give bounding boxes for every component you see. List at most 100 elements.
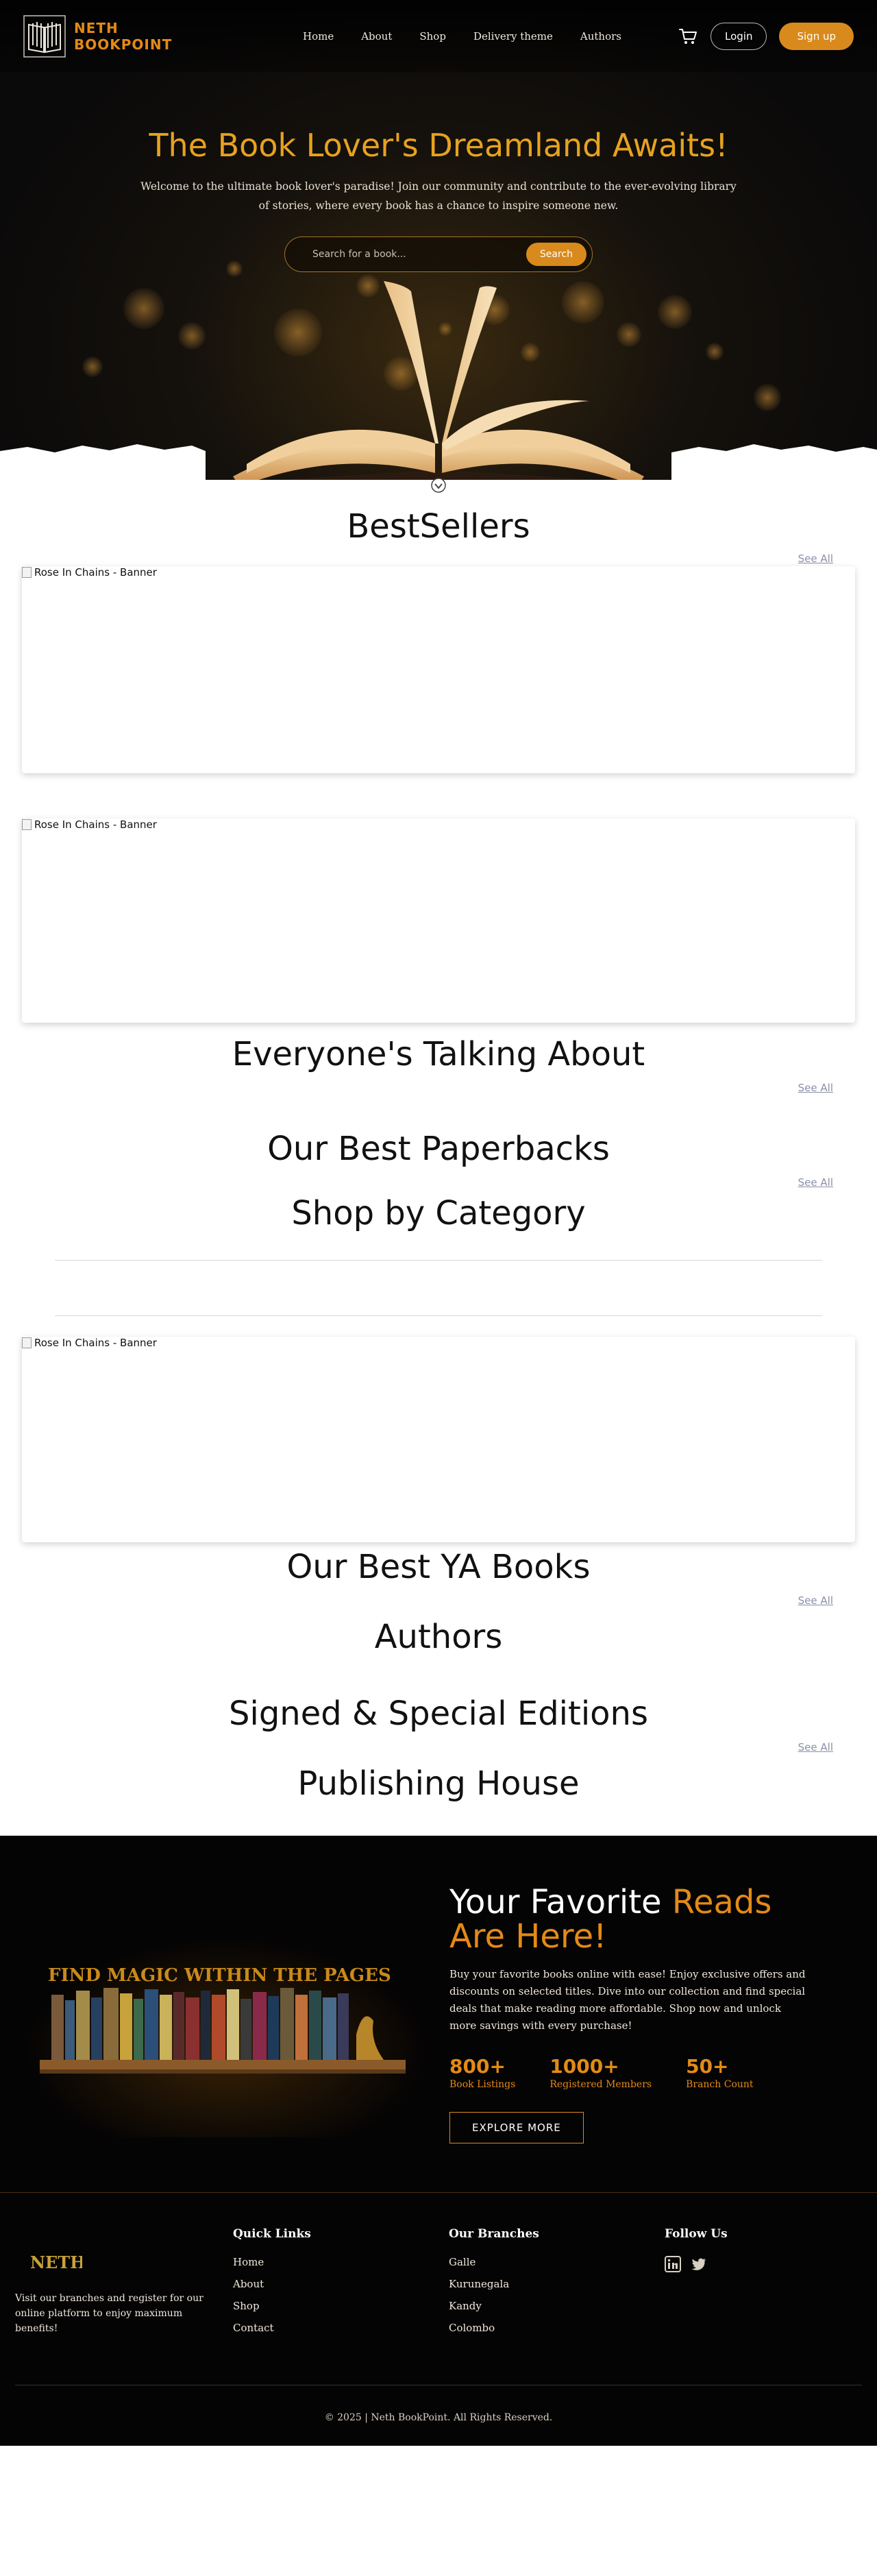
- nav-links: Home About Shop Delivery theme Authors: [303, 30, 621, 42]
- banner-image-placeholder: Rose In Chains - Banner: [22, 566, 157, 579]
- nav-link-shop[interactable]: Shop: [419, 30, 446, 42]
- authors-title: Authors: [374, 1618, 503, 1656]
- talking-title: Everyone's Talking About: [232, 1035, 645, 1073]
- talking-see-all-link[interactable]: See All: [0, 1082, 877, 1094]
- banner-alt-text: Rose In Chains - Banner: [34, 566, 157, 579]
- ya-title: Our Best YA Books: [286, 1548, 591, 1586]
- top-navbar: NETH BOOKPOINT Home About Shop Delivery …: [0, 0, 877, 72]
- nav-link-authors[interactable]: Authors: [580, 30, 621, 42]
- hero-section: NETH BOOKPOINT Home About Shop Delivery …: [0, 0, 877, 494]
- footer-link-about[interactable]: About: [233, 2278, 264, 2290]
- branch-colombo: Colombo: [449, 2322, 495, 2334]
- search-input[interactable]: [312, 249, 526, 260]
- promo-content: Your Favorite Reads Are Here! Buy your f…: [449, 1885, 861, 2143]
- talking-section: Everyone's Talking About See All: [0, 1023, 877, 1094]
- social-links: [665, 2256, 728, 2272]
- stat-registered-members: 1000+ Registered Members: [549, 2055, 652, 2090]
- nav-link-delivery-theme[interactable]: Delivery theme: [473, 30, 553, 42]
- publishing-section: Publishing House: [0, 1753, 877, 1836]
- bestsellers-section: BestSellers See All Rose In Chains - Ban…: [0, 494, 877, 1023]
- torn-paper-edge: [0, 444, 877, 494]
- footer-about: Visit our branches and register for our …: [15, 2293, 203, 2334]
- stat-label: Registered Members: [549, 2078, 652, 2090]
- follow-title: Follow Us: [665, 2227, 728, 2241]
- brand-name-line1: NETH: [74, 19, 119, 36]
- brand-name-line2: BOOKPOINT: [74, 36, 173, 53]
- twitter-icon[interactable]: [691, 2256, 707, 2272]
- ya-see-all-link[interactable]: See All: [0, 1594, 877, 1607]
- promo-banner[interactable]: Rose In Chains - Banner: [22, 566, 855, 773]
- banner-alt-text: Rose In Chains - Banner: [34, 818, 157, 831]
- category-divider-bottom: [55, 1315, 822, 1316]
- login-button[interactable]: Login: [711, 22, 767, 50]
- brand-logo[interactable]: NETH BOOKPOINT: [23, 14, 256, 58]
- branch-galle: Galle: [449, 2256, 476, 2268]
- signed-title: Signed & Special Editions: [229, 1694, 648, 1733]
- bestsellers-title: BestSellers: [347, 507, 530, 546]
- nav-link-about[interactable]: About: [361, 30, 392, 42]
- stat-label: Branch Count: [686, 2078, 754, 2090]
- bookshelf-caption: FIND MAGIC WITHIN THE PAGES: [48, 1965, 391, 1986]
- paperbacks-see-all-link[interactable]: See All: [0, 1176, 877, 1189]
- banner-image-placeholder: Rose In Chains - Banner: [22, 1337, 157, 1349]
- footer-logo[interactable]: NETH: [27, 2248, 86, 2278]
- wooden-shelf: [40, 2060, 406, 2069]
- paperbacks-section: Our Best Paperbacks See All: [0, 1094, 877, 1189]
- open-book-logo-icon: [23, 14, 66, 58]
- promo-body: Buy your favorite books online with ease…: [449, 1967, 806, 2032]
- category-divider-top: [55, 1260, 822, 1261]
- authors-section: Authors: [0, 1607, 877, 1656]
- copyright-text: © 2025 | Neth BookPoint. All Rights Rese…: [324, 2412, 553, 2423]
- footer-quick-links: Quick Links Home About Shop Contact: [233, 2227, 311, 2344]
- ya-section: Our Best YA Books See All: [0, 1542, 877, 1607]
- search-button[interactable]: Search: [526, 243, 586, 266]
- footer-branches: Our Branches Galle Kurunegala Kandy Colo…: [449, 2227, 539, 2344]
- footer-link-shop[interactable]: Shop: [233, 2300, 260, 2312]
- svg-text:NETH: NETH: [30, 2252, 82, 2272]
- signed-see-all-link[interactable]: See All: [0, 1741, 877, 1753]
- cart-icon[interactable]: [678, 26, 698, 47]
- publishing-title: Publishing House: [297, 1764, 580, 1803]
- nav-actions: Login Sign up: [678, 22, 854, 50]
- footer-link-contact[interactable]: Contact: [233, 2322, 274, 2334]
- banner-alt-text: Rose In Chains - Banner: [34, 1337, 157, 1349]
- promo-heading: Your Favorite Reads Are Here!: [449, 1885, 833, 1954]
- signed-section: Signed & Special Editions See All: [0, 1656, 877, 1753]
- stat-value: 50+: [686, 2054, 729, 2078]
- site-footer: NETH Visit our branches and register for…: [0, 2192, 877, 2446]
- quick-links-title: Quick Links: [233, 2227, 311, 2241]
- brand-name: NETH BOOKPOINT: [74, 20, 172, 53]
- promo-section: FIND MAGIC WITHIN THE PAGES Your Favorit…: [0, 1836, 877, 2192]
- hero-subtitle: Welcome to the ultimate book lover's par…: [140, 180, 737, 212]
- footer-link-home[interactable]: Home: [233, 2256, 264, 2268]
- broken-image-icon: [22, 1337, 32, 1348]
- stats-row: 800+ Book Listings 1000+ Registered Memb…: [449, 2055, 833, 2090]
- signup-button[interactable]: Sign up: [779, 22, 854, 50]
- nav-link-home[interactable]: Home: [303, 30, 334, 42]
- promo-banner[interactable]: Rose In Chains - Banner: [22, 818, 855, 1023]
- promo-banner[interactable]: Rose In Chains - Banner: [22, 1337, 855, 1542]
- broken-image-icon: [22, 819, 32, 830]
- stat-label: Book Listings: [449, 2078, 516, 2090]
- stat-value: 800+: [449, 2054, 506, 2078]
- branch-kurunegala: Kurunegala: [449, 2278, 510, 2290]
- bookshelf-image: FIND MAGIC WITHIN THE PAGES: [27, 1918, 425, 2137]
- paperbacks-title: Our Best Paperbacks: [267, 1130, 610, 1168]
- bestsellers-see-all-link[interactable]: See All: [0, 552, 877, 565]
- bookshelf-illustration: FIND MAGIC WITHIN THE PAGES: [0, 1836, 449, 2192]
- footer-follow: Follow Us: [665, 2227, 728, 2272]
- hero-title: The Book Lover's Dreamland Awaits!: [149, 127, 728, 164]
- broken-image-icon: [22, 567, 32, 578]
- banner-image-placeholder: Rose In Chains - Banner: [22, 818, 157, 831]
- category-title: Shop by Category: [291, 1194, 586, 1232]
- footer-logo-image: NETH: [30, 2252, 86, 2272]
- branch-kandy: Kandy: [449, 2300, 482, 2312]
- category-section: Shop by Category Rose In Chains - Banner: [0, 1189, 877, 1542]
- stat-branch-count: 50+ Branch Count: [686, 2055, 753, 2090]
- explore-more-button[interactable]: EXPLORE MORE: [449, 2111, 584, 2143]
- branches-title: Our Branches: [449, 2227, 539, 2241]
- promo-heading-plain: Your Favorite: [449, 1882, 672, 1921]
- stat-book-listings: 800+ Book Listings: [449, 2055, 515, 2090]
- linkedin-icon[interactable]: [665, 2256, 681, 2272]
- stat-value: 1000+: [549, 2054, 619, 2078]
